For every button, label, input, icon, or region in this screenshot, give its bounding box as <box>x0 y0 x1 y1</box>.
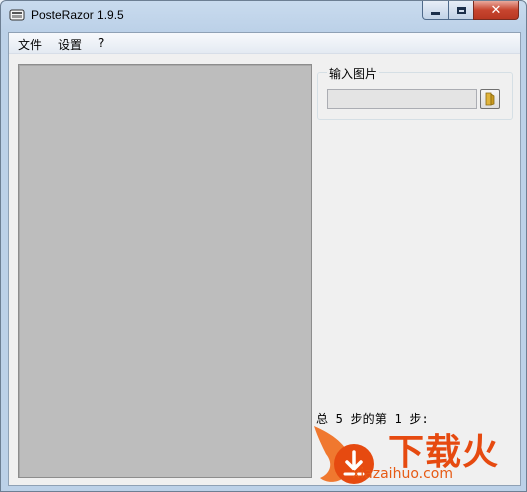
close-icon: ✕ <box>490 2 502 18</box>
menu-file[interactable]: 文件 <box>15 36 45 53</box>
input-image-label: 输入图片 <box>327 65 380 82</box>
browse-button[interactable] <box>480 89 500 109</box>
close-button[interactable]: ✕ <box>473 1 519 20</box>
image-path-field[interactable] <box>327 89 477 109</box>
image-preview <box>18 64 312 478</box>
minimize-button[interactable] <box>422 1 449 20</box>
app-icon <box>9 9 25 21</box>
menu-settings[interactable]: 设置 <box>55 36 85 53</box>
watermark-site: xiazaihuo.com <box>352 466 453 482</box>
title-bar[interactable]: PosteRazor 1.9.5 ✕ <box>1 1 526 31</box>
maximize-icon <box>456 6 466 14</box>
input-image-group: 输入图片 <box>317 65 513 120</box>
menu-bar: 文件 设置 ? <box>9 33 520 54</box>
maximize-button[interactable] <box>448 1 474 20</box>
menu-help[interactable]: ? <box>95 36 107 50</box>
window-title: PosteRazor 1.9.5 <box>31 8 124 22</box>
minimize-icon <box>431 11 440 15</box>
folder-icon <box>485 92 495 106</box>
